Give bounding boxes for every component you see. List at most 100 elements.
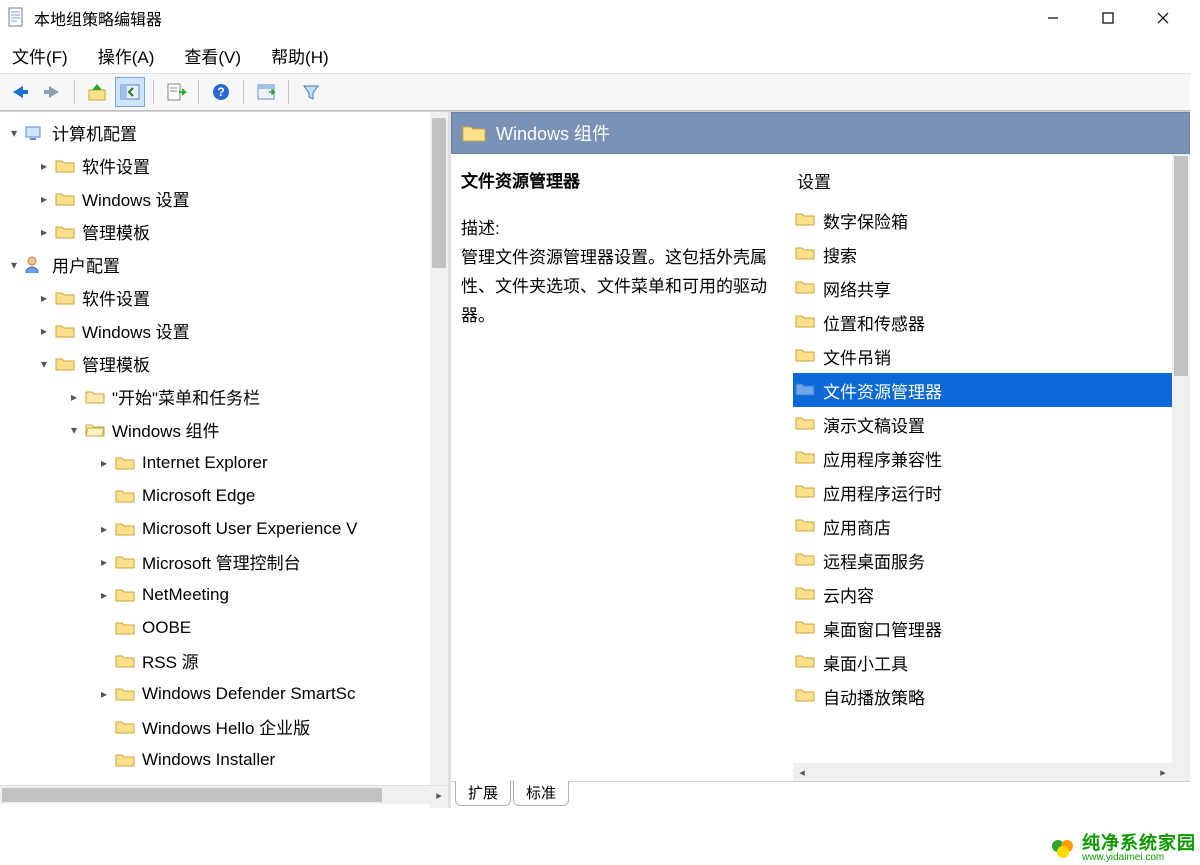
settings-item[interactable]: 桌面窗口管理器 <box>793 611 1190 645</box>
tree-node[interactable]: ▸OOBE <box>0 611 430 644</box>
collapse-icon[interactable]: ▾ <box>36 356 52 372</box>
settings-header[interactable]: 设置 <box>793 164 1190 203</box>
expand-icon[interactable]: ▸ <box>66 389 82 405</box>
expand-icon[interactable]: ▸ <box>96 455 112 471</box>
properties-button[interactable] <box>252 78 280 106</box>
settings-item-label: 云内容 <box>823 582 874 607</box>
detail-header-title: Windows 组件 <box>496 120 610 146</box>
filter-button[interactable] <box>297 78 325 106</box>
collapse-icon[interactable]: ▾ <box>6 257 22 273</box>
watermark: 纯净系统家园 www.yidaimei.com <box>1050 834 1196 863</box>
settings-horizontal-scrollbar[interactable]: ◂ ▸ <box>793 763 1172 781</box>
scroll-right-button[interactable]: ▸ <box>430 786 448 804</box>
settings-item[interactable]: 应用程序兼容性 <box>793 441 1190 475</box>
tree-horizontal-scrollbar[interactable]: ◂ ▸ <box>0 785 448 804</box>
tree-node[interactable]: ▸Microsoft 管理控制台 <box>0 545 430 578</box>
settings-item[interactable]: 应用程序运行时 <box>793 475 1190 509</box>
expand-icon[interactable]: ▸ <box>36 158 52 174</box>
tree-node[interactable]: ▸软件设置 <box>0 149 430 182</box>
scroll-right-button[interactable]: ▸ <box>1154 763 1172 781</box>
expand-icon[interactable]: ▸ <box>36 224 52 240</box>
settings-item[interactable]: 搜索 <box>793 237 1190 271</box>
maximize-button[interactable] <box>1080 0 1135 36</box>
collapse-icon[interactable]: ▾ <box>66 422 82 438</box>
titlebar[interactable]: 本地组策略编辑器 <box>0 0 1190 37</box>
settings-item[interactable]: 演示文稿设置 <box>793 407 1190 441</box>
tab-extended[interactable]: 扩展 <box>455 781 511 806</box>
forward-button[interactable] <box>38 78 66 106</box>
folder-icon <box>54 189 76 209</box>
tree-node[interactable]: ▸Windows Installer <box>0 743 430 776</box>
expand-icon[interactable]: ▸ <box>96 686 112 702</box>
show-hide-tree-button[interactable] <box>115 77 145 107</box>
tab-standard[interactable]: 标准 <box>513 781 569 806</box>
settings-item-label: 数字保险箱 <box>823 208 908 233</box>
minimize-button[interactable] <box>1025 0 1080 36</box>
back-button[interactable] <box>6 78 34 106</box>
tree-node[interactable]: ▸Windows 设置 <box>0 182 430 215</box>
tree-node-computer-config[interactable]: ▾ 计算机配置 <box>0 116 430 149</box>
tree-vertical-scrollbar[interactable] <box>430 112 448 808</box>
expand-icon[interactable]: ▸ <box>96 587 112 603</box>
separator <box>288 80 289 104</box>
collapse-icon[interactable]: ▾ <box>6 125 22 141</box>
tree-label: 软件设置 <box>82 285 150 310</box>
settings-item[interactable]: 云内容 <box>793 577 1190 611</box>
policy-tree[interactable]: ▾ 计算机配置 ▸ 软件设置 ▸ Windows 设置 ▸管理模板 ▾ 用户配置 ▸… <box>0 112 430 808</box>
menubar: 文件(F) 操作(A) 查看(V) 帮助(H) <box>0 37 1190 73</box>
scroll-left-button[interactable]: ◂ <box>793 763 811 781</box>
tree-node-admin-templates[interactable]: ▾管理模板 <box>0 347 430 380</box>
menu-action[interactable]: 操作(A) <box>94 41 159 70</box>
settings-item[interactable]: 文件资源管理器 <box>793 373 1190 407</box>
tree-node[interactable]: ▸ Windows 设置 <box>0 314 430 347</box>
folder-icon <box>114 552 136 572</box>
folder-icon <box>114 453 136 473</box>
settings-item-label: 网络共享 <box>823 276 891 301</box>
settings-item[interactable]: 文件吊销 <box>793 339 1190 373</box>
menu-view[interactable]: 查看(V) <box>180 41 245 70</box>
tree-node[interactable]: ▸Internet Explorer <box>0 446 430 479</box>
expand-icon[interactable]: ▸ <box>96 554 112 570</box>
tree-node[interactable]: ▸Microsoft Edge <box>0 479 430 512</box>
expand-icon[interactable]: ▸ <box>96 521 112 537</box>
tree-node[interactable]: ▸ 软件设置 <box>0 281 430 314</box>
tree-node[interactable]: ▸Microsoft User Experience V <box>0 512 430 545</box>
separator <box>243 80 244 104</box>
expand-icon[interactable]: ▸ <box>36 323 52 339</box>
tree-node[interactable]: ▸Windows Defender SmartSc <box>0 677 430 710</box>
settings-item[interactable]: 远程桌面服务 <box>793 543 1190 577</box>
tree-label: NetMeeting <box>142 585 229 605</box>
folder-icon <box>84 387 106 407</box>
tree-node[interactable]: ▸Windows Hello 企业版 <box>0 710 430 743</box>
tree-label: Windows 设置 <box>82 318 190 343</box>
help-button[interactable]: ? <box>207 78 235 106</box>
detail-pane: Windows 组件 文件资源管理器 描述: 管理文件资源管理器设置。这包括外壳… <box>451 112 1190 808</box>
tree-node[interactable]: ▸ NetMeeting <box>0 578 430 611</box>
settings-item[interactable]: 数字保险箱 <box>793 203 1190 237</box>
svg-text:?: ? <box>217 85 224 99</box>
settings-item[interactable]: 位置和传感器 <box>793 305 1190 339</box>
tree-node[interactable]: ▸RSS 源 <box>0 644 430 677</box>
tree-node-user-config[interactable]: ▾ 用户配置 <box>0 248 430 281</box>
settings-item-label: 应用商店 <box>823 514 891 539</box>
settings-item[interactable]: 应用商店 <box>793 509 1190 543</box>
folder-icon <box>54 321 76 341</box>
tree-node-windows-components[interactable]: ▾Windows 组件 <box>0 413 430 446</box>
settings-item[interactable]: 网络共享 <box>793 271 1190 305</box>
up-button[interactable] <box>83 78 111 106</box>
close-button[interactable] <box>1135 0 1190 36</box>
expand-icon[interactable]: ▸ <box>36 191 52 207</box>
settings-vertical-scrollbar[interactable] <box>1172 154 1190 781</box>
detail-content: 文件资源管理器 描述: 管理文件资源管理器设置。这包括外壳属性、文件夹选项、文件… <box>451 154 1190 781</box>
tree-node[interactable]: ▸ "开始"菜单和任务栏 <box>0 380 430 413</box>
menu-file[interactable]: 文件(F) <box>8 41 72 70</box>
export-list-button[interactable] <box>162 78 190 106</box>
app-icon <box>6 6 26 30</box>
settings-item[interactable]: 自动播放策略 <box>793 679 1190 713</box>
settings-item[interactable]: 桌面小工具 <box>793 645 1190 679</box>
menu-help[interactable]: 帮助(H) <box>267 41 333 70</box>
tree-label: "开始"菜单和任务栏 <box>112 384 260 409</box>
expand-icon[interactable]: ▸ <box>36 290 52 306</box>
tree-node[interactable]: ▸管理模板 <box>0 215 430 248</box>
description-label: 描述: <box>461 215 783 244</box>
